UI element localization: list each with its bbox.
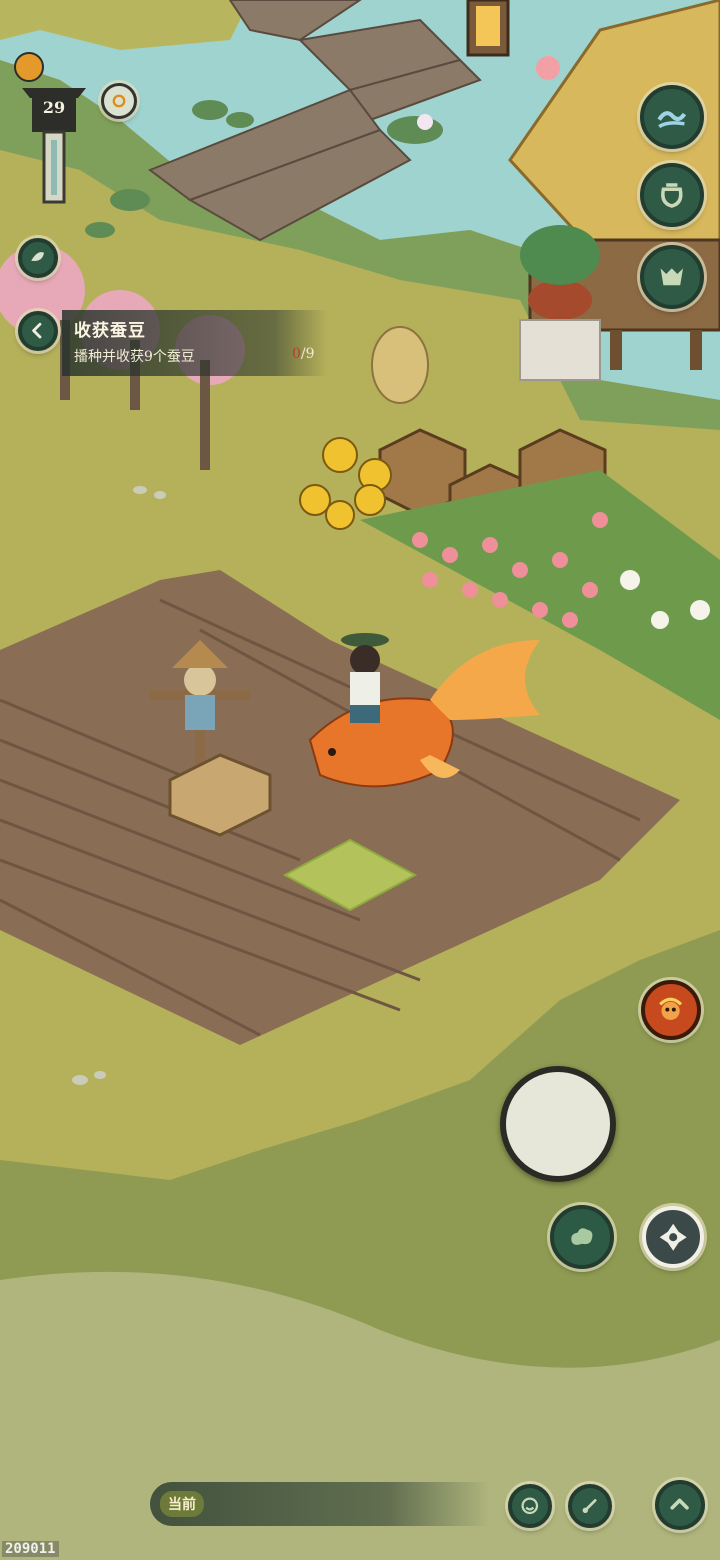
hanging-lantern: [371, 326, 429, 404]
shuriken-diamond-icon: [659, 1223, 687, 1251]
build-id-label: 209011: [2, 1541, 59, 1557]
smile-emote-icon: [521, 1497, 539, 1515]
water-wave-icon: [657, 111, 687, 129]
pot-button[interactable]: [640, 163, 704, 227]
brush-icon: [582, 1499, 597, 1514]
buff-status-button[interactable]: [101, 83, 137, 119]
chat-bar[interactable]: 当前: [150, 1482, 490, 1526]
game-world-scene[interactable]: [0, 0, 720, 1560]
pot-icon: [661, 183, 683, 209]
lotus-flower: [536, 56, 560, 80]
quest-progress: 0/9: [292, 346, 315, 362]
quest-tracker[interactable]: 收获蚕豆 播种并收获9个蚕豆 0/9: [62, 310, 327, 376]
quest-collapse-button[interactable]: [18, 311, 58, 351]
leaf-icon: [31, 252, 45, 262]
companion-button[interactable]: [641, 980, 701, 1040]
lantern-glow: [476, 6, 500, 46]
quest-description: 播种并收获9个蚕豆: [74, 349, 195, 365]
chevron-up-icon: [670, 1498, 690, 1510]
expand-menu-button[interactable]: [655, 1480, 705, 1530]
lotus-flower: [417, 114, 433, 130]
water-skill-button[interactable]: [640, 85, 704, 149]
chevron-left-icon: [32, 323, 42, 339]
chat-channel-label[interactable]: 当前: [160, 1491, 204, 1517]
creature-icon: [660, 268, 684, 286]
potted-plant: [519, 225, 601, 381]
virtual-joystick[interactable]: [500, 1066, 616, 1182]
quest-progress-total: /9: [300, 346, 315, 362]
emote-button[interactable]: [508, 1484, 552, 1528]
monkey-king-portrait-icon: [659, 997, 683, 1021]
sun-icon: [14, 52, 44, 82]
leaf-menu-button[interactable]: [18, 238, 58, 278]
cloud-swirl-icon: [571, 1228, 593, 1246]
brush-button[interactable]: [568, 1484, 612, 1528]
creature-button[interactable]: [640, 245, 704, 309]
swirl-icon: [112, 94, 126, 108]
level-indicator[interactable]: 29: [18, 80, 90, 210]
player-level: 29: [42, 98, 66, 117]
quest-title: 收获蚕豆: [74, 321, 146, 341]
cloud-skill-button[interactable]: [550, 1205, 614, 1269]
action-skill-button[interactable]: [642, 1206, 704, 1268]
quest-progress-current: 0: [292, 346, 301, 362]
